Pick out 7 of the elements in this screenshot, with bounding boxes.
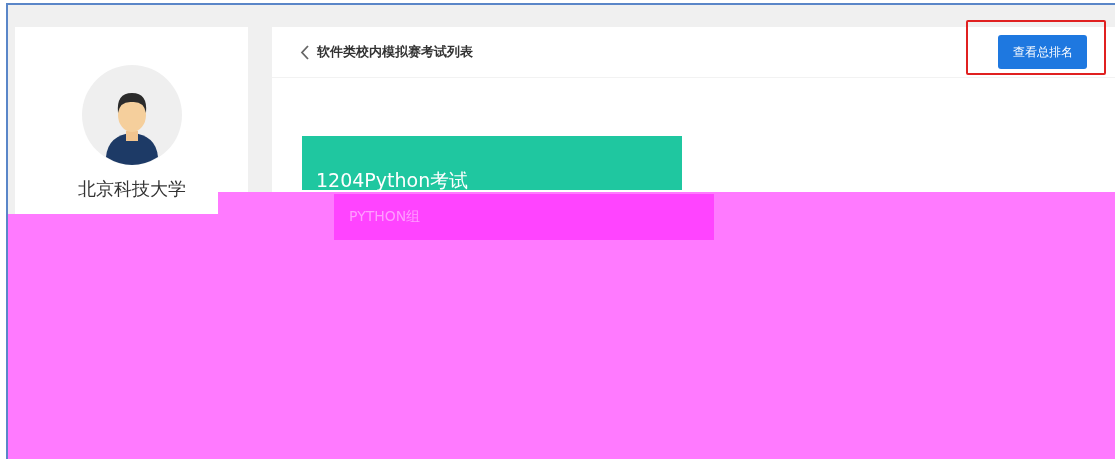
exam-group: PYTHON组 — [334, 194, 714, 240]
back-icon[interactable] — [300, 44, 309, 60]
overall-ranking-button[interactable]: 查看总排名 — [998, 35, 1087, 69]
exam-title: 1204Python考试 — [316, 168, 470, 193]
school-name: 北京科技大学 — [77, 179, 186, 199]
page-title: 软件类校内模拟赛考试列表 — [317, 43, 473, 61]
avatar-icon — [81, 65, 182, 165]
